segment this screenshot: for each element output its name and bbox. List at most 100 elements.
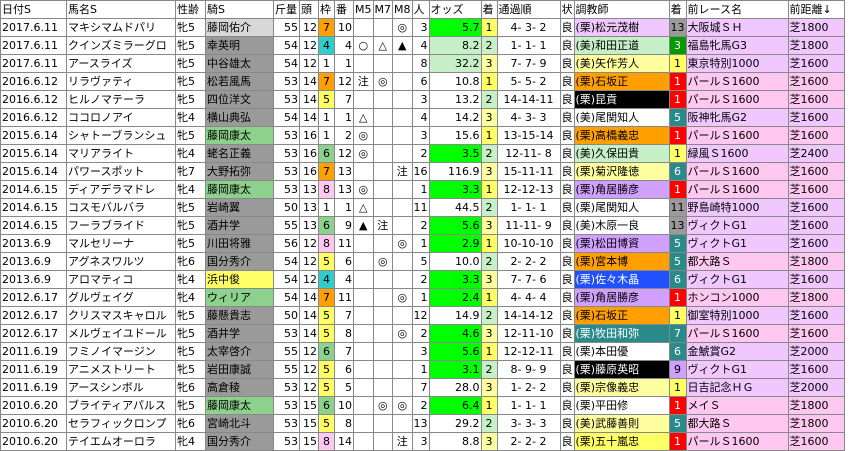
sex-age-cell: 牝4 [175, 270, 206, 289]
frame-cell: 6 [318, 342, 335, 361]
popularity-cell: 5 [411, 252, 430, 271]
mark7-cell [372, 18, 393, 37]
column-header[interactable]: 着 [668, 0, 687, 19]
column-header[interactable]: 斤量 [273, 0, 300, 19]
mark8-cell: 注 [392, 162, 413, 181]
horse-name-cell: ブライティアパルス [66, 396, 176, 415]
finish-cell: 2 [480, 36, 498, 55]
frame-cell: 7 [318, 72, 335, 91]
mark5-cell [353, 234, 374, 253]
passing-order-cell: 4- 3- 2 [496, 18, 561, 37]
table-row[interactable]: 2016.6.12 ヒルノマテーラ 牝5 四位洋文 53 14 5 7 3 13.2 2 14-14-… [0, 90, 845, 109]
table-row[interactable]: 2013.6.9 アロマティコ 牝4 浜中俊 54 12 4 4 2 3.3 3 7- 7- 6 良 (栗… [0, 270, 845, 289]
field-size-cell: 14 [299, 324, 319, 343]
track-condition-cell: 良 [559, 180, 575, 199]
table-row[interactable]: 2014.6.15 コスモバルバラ 牝5 岩崎翼 50 13 1 1 △ 11 44.5 2 1- 1-… [0, 198, 845, 217]
field-size-cell: 16 [299, 162, 319, 181]
mark5-cell [353, 378, 374, 397]
table-row[interactable]: 2013.6.9 マルセリーナ 牝5 川田将雅 56 12 8 11 ◎ 1 2.9 1 10-10-1… [0, 234, 845, 253]
column-header[interactable]: オッズ [428, 0, 482, 19]
track-condition-cell: 良 [559, 432, 575, 451]
field-size-cell: 12 [299, 54, 319, 73]
table-row[interactable]: 2015.6.14 シャトーブランシュ 牝5 藤岡康太 53 16 1 2 ◎ 3 15.6 1 13-… [0, 126, 845, 145]
table-row[interactable]: 2011.6.19 フミノイマージン 牝5 太宰啓介 55 12 6 7 3 5.6 1 12-12-… [0, 342, 845, 361]
odds-cell: 13.2 [428, 90, 482, 109]
table-row[interactable]: 2012.6.17 メルヴェイユドール 牝5 酒井学 53 14 5 8 ◎ 2 4.6 3 12-11… [0, 324, 845, 343]
column-header[interactable]: 人 [411, 0, 430, 19]
column-header[interactable]: 状 [559, 0, 575, 19]
table-row[interactable]: 2010.6.20 テイエムオーロラ 牝4 国分秀介 53 15 8 14 注 3 8.8 3 2- 2… [0, 432, 845, 451]
finish-cell: 3 [480, 162, 498, 181]
table-row[interactable]: 2013.6.9 アグネスワルツ 牝6 国分秀介 54 12 5 6 ◎ 5 10.0 2 2- 2- … [0, 252, 845, 271]
table-row[interactable]: 2011.6.19 アニメストリート 牝5 岩田康誠 55 12 5 6 1 3.1 2 8- 9- … [0, 360, 845, 379]
jockey-cell: 浜中俊 [205, 270, 274, 289]
passing-order-cell: 10-10-10 [496, 234, 561, 253]
passing-order-cell: 1- 1- 1 [496, 396, 561, 415]
date-cell: 2011.6.19 [0, 342, 67, 361]
table-row[interactable]: 2010.6.20 ブライティアパルス 牝5 藤岡康太 53 15 6 10 ◎ ◎ 2 6.4 1 1-… [0, 396, 845, 415]
field-size-cell: 12 [299, 270, 319, 289]
date-cell: 2017.6.11 [0, 54, 67, 73]
column-header[interactable]: 調教師 [573, 0, 670, 19]
date-cell: 2016.6.12 [0, 90, 67, 109]
date-cell: 2014.6.15 [0, 180, 67, 199]
column-header[interactable]: 前レース名 [685, 0, 789, 19]
number-cell: 6 [334, 360, 354, 379]
trainer-cell: (美)矢作芳人 [573, 54, 670, 73]
column-header[interactable]: M7 [372, 0, 393, 19]
table-row[interactable]: 2011.6.19 アースシンボル 牝6 高倉稜 53 12 5 5 7 28.0 3 1- 2- 2… [0, 378, 845, 397]
column-header[interactable]: M5 [353, 0, 374, 19]
column-header[interactable]: 通過順 [496, 0, 561, 19]
prev-distance-cell: 芝1600 [787, 324, 845, 343]
table-row[interactable]: 2012.6.17 クリスマスキャロル 牝5 藤懸貴志 50 14 5 7 12 14.9 2 14-… [0, 306, 845, 325]
popularity-cell: 4 [411, 108, 430, 127]
prev-race-cell: ヴィクトG1 [685, 234, 789, 253]
odds-cell: 5.6 [428, 342, 482, 361]
sex-age-cell: 牝7 [175, 162, 206, 181]
table-row[interactable]: 2015.6.14 パワースポット 牝7 大野拓弥 53 16 7 13 注 16 116.9 3 15… [0, 162, 845, 181]
weight-cell: 53 [273, 324, 300, 343]
column-header[interactable]: 性齢 [175, 0, 206, 19]
weight-cell: 53 [273, 180, 300, 199]
frame-cell: 5 [318, 360, 335, 379]
table-row[interactable]: 2016.6.12 リラヴァティ 牝5 松若風馬 53 14 7 12 注 ◎ 6 10.8 1 5- 5… [0, 72, 845, 91]
column-header[interactable]: 番 [334, 0, 354, 19]
column-header[interactable]: 枠 [318, 0, 335, 19]
date-cell: 2011.6.19 [0, 360, 67, 379]
table-row[interactable]: 2017.6.11 アースライズ 牝5 中谷雄太 54 12 1 1 8 32.2 3 7- 7- 9… [0, 54, 845, 73]
jockey-cell: 国分秀介 [205, 432, 274, 451]
weight-cell: 53 [273, 432, 300, 451]
mark7-cell [372, 432, 393, 451]
prev-finish-cell: 1 [668, 288, 687, 307]
odds-cell: 10.8 [428, 72, 482, 91]
finish-cell: 2 [480, 90, 498, 109]
column-header[interactable]: 騎S [205, 0, 274, 19]
table-row[interactable]: 2012.6.17 グルヴェイグ 牝4 ウィリア 54 14 7 11 ◎ 1 2.4 1 4- 4- … [0, 288, 845, 307]
table-row[interactable]: 2015.6.14 マリアライト 牝4 蛯名正義 53 16 6 12 ◎ 2 3.5 2 12-11-… [0, 144, 845, 163]
mark7-cell [372, 288, 393, 307]
frame-cell: 1 [318, 108, 335, 127]
table-row[interactable]: 2017.6.11 クインズミラーグロ 牝5 幸英明 54 12 4 4 ○ △ ▲ 4 8.2 2 1- … [0, 36, 845, 55]
table-row[interactable]: 2014.6.15 フーラブライド 牝5 酒井学 55 13 6 9 ▲ 注 2 5.6 3 11-11-… [0, 216, 845, 235]
table-row[interactable]: 2017.6.11 マキシマムドパリ 牝5 藤岡佑介 55 12 7 10 ◎ 3 5.7 1 4- 3… [0, 18, 845, 37]
column-header[interactable]: 前距離↓ [787, 0, 845, 19]
table-row[interactable]: 2014.6.15 ディアデラマドレ 牝4 藤岡康太 53 13 8 13 ◎ 1 3.3 1 12-1… [0, 180, 845, 199]
column-header[interactable]: 馬名S [66, 0, 176, 19]
mark7-cell [372, 108, 393, 127]
prev-distance-cell: 芝1800 [787, 18, 845, 37]
table-row[interactable]: 2016.6.12 ココロノアイ 牝4 横山典弘 54 14 1 1 △ 4 14.2 3 4- 3- … [0, 108, 845, 127]
column-header[interactable]: 日付S [0, 0, 67, 19]
passing-order-cell: 12-11- 8 [496, 144, 561, 163]
number-cell: 7 [334, 306, 354, 325]
number-cell: 7 [334, 342, 354, 361]
prev-race-cell: パールＳ1600 [685, 432, 789, 451]
mark7-cell: △ [372, 36, 393, 55]
date-cell: 2015.6.14 [0, 144, 67, 163]
mark8-cell [392, 378, 413, 397]
column-header[interactable]: 着 [480, 0, 498, 19]
column-header[interactable]: M8 [392, 0, 413, 19]
column-header[interactable]: 頭 [299, 0, 319, 19]
trainer-cell: (栗)松元茂樹 [573, 18, 670, 37]
weight-cell: 55 [273, 216, 300, 235]
horse-name-cell: アースライズ [66, 54, 176, 73]
